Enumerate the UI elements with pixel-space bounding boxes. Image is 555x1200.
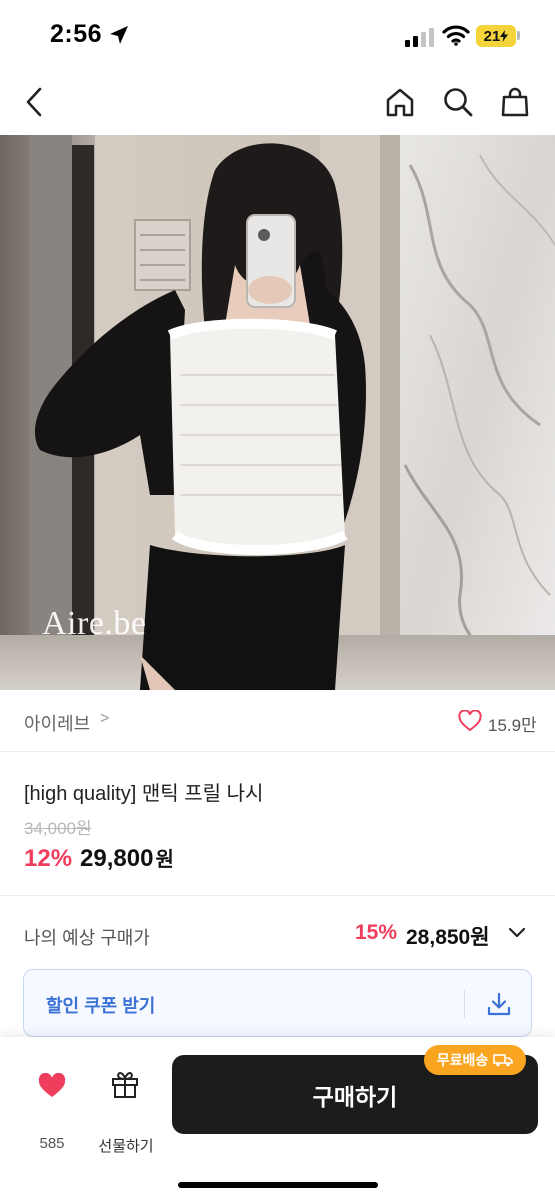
search-button[interactable] bbox=[440, 84, 476, 120]
brand-name[interactable]: 아이레브 bbox=[24, 710, 90, 736]
battery-indicator: 21 bbox=[476, 25, 516, 47]
price-row: 12% 29,800 원 bbox=[24, 843, 174, 873]
download-icon bbox=[487, 992, 511, 1016]
heart-filled-icon bbox=[38, 1073, 66, 1097]
bottom-action-bar: 585 선물하기 구매하기 무료배송 bbox=[0, 1037, 555, 1200]
expected-price-row[interactable]: 나의 예상 구매가 15% 28,850원 bbox=[0, 905, 555, 960]
brand-watermark: Aire.be bbox=[42, 605, 147, 642]
free-shipping-label: 무료배송 bbox=[436, 1052, 489, 1068]
coupon-download-button[interactable]: 할인 쿠폰 받기 bbox=[23, 969, 532, 1037]
wifi-icon bbox=[442, 25, 470, 46]
chevron-left-icon bbox=[26, 87, 42, 117]
gift-button[interactable]: 선물하기 bbox=[94, 1067, 158, 1155]
expected-discount-rate: 15% bbox=[355, 921, 398, 944]
section-divider bbox=[0, 895, 555, 896]
discount-rate: 12% bbox=[24, 845, 73, 872]
chevron-down-icon[interactable] bbox=[508, 927, 526, 939]
expected-price-value: 28,850원 bbox=[406, 926, 490, 949]
gift-icon bbox=[112, 1072, 138, 1098]
status-bar: 2:56 21 bbox=[0, 0, 555, 70]
coupon-label: 할인 쿠폰 받기 bbox=[46, 996, 156, 1016]
price-unit: 원 bbox=[155, 849, 174, 871]
nav-bar bbox=[0, 70, 555, 134]
original-price: 34,000원 bbox=[24, 819, 92, 838]
status-time: 2:56 bbox=[50, 20, 103, 48]
chevron-right-icon: > bbox=[100, 710, 110, 727]
home-indicator bbox=[178, 1182, 378, 1188]
home-icon bbox=[386, 88, 414, 117]
brand-row[interactable]: 아이레브 > 15.9만 bbox=[0, 690, 555, 752]
sale-price: 29,800 bbox=[80, 845, 154, 872]
home-button[interactable] bbox=[382, 84, 418, 120]
location-arrow-icon bbox=[110, 26, 128, 44]
expected-price-label: 나의 예상 구매가 bbox=[24, 928, 150, 948]
free-shipping-badge: 무료배송 bbox=[424, 1045, 526, 1075]
search-icon bbox=[444, 88, 473, 117]
shopping-bag-icon bbox=[501, 87, 529, 117]
product-title: [high quality] 맨틱 프릴 나시 bbox=[24, 783, 264, 805]
wishlist-button[interactable]: 585 bbox=[28, 1067, 76, 1152]
back-button[interactable] bbox=[16, 84, 52, 120]
battery-level: 21 bbox=[483, 27, 501, 45]
brand-like-count: 15.9만 bbox=[488, 716, 537, 735]
cart-button[interactable] bbox=[497, 84, 533, 120]
coupon-divider bbox=[464, 990, 465, 1018]
product-image-carousel[interactable]: Aire.be bbox=[0, 135, 555, 690]
gift-label: 선물하기 bbox=[98, 1138, 154, 1155]
wishlist-count: 585 bbox=[39, 1135, 65, 1152]
charging-bolt-icon bbox=[500, 30, 509, 42]
battery-cap bbox=[517, 31, 520, 40]
cellular-signal-icon bbox=[405, 28, 434, 47]
truck-icon bbox=[493, 1054, 514, 1067]
buy-label: 구매하기 bbox=[312, 1083, 398, 1110]
heart-outline-icon[interactable] bbox=[458, 710, 482, 732]
